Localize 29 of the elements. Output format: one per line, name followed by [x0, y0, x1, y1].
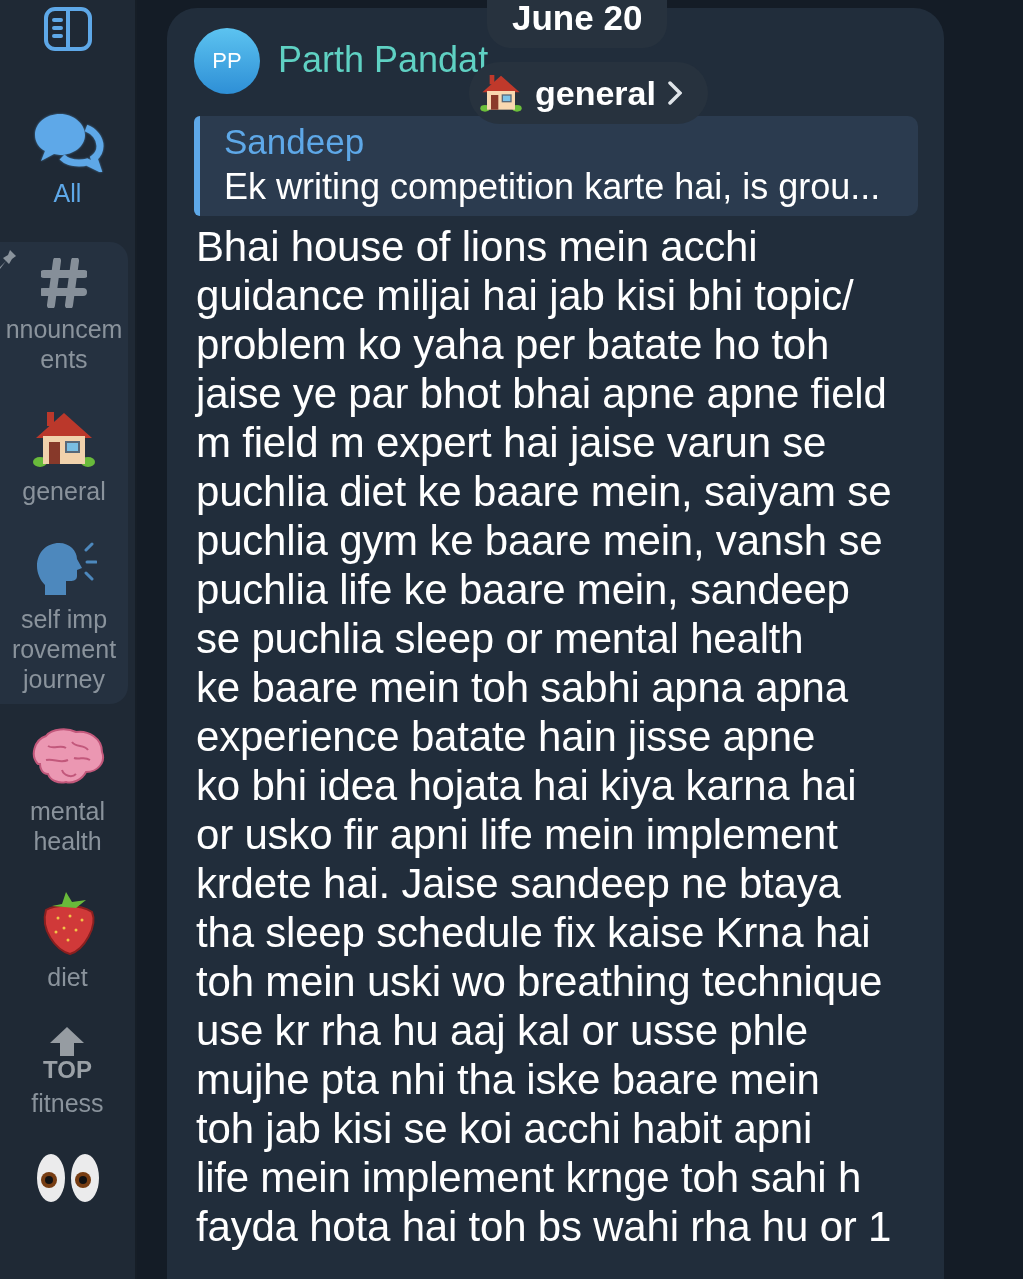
reply-quote[interactable]: Sandeep Ek writing competition karte hai, is grou...	[194, 116, 918, 216]
folder-tab[interactable]: nnouncem ents	[5, 258, 123, 374]
folder-label: fitness	[31, 1088, 104, 1118]
folder-label: general	[22, 476, 106, 506]
avatar[interactable]: PP	[194, 28, 260, 94]
pin-icon	[0, 250, 16, 270]
folder-tab[interactable]: TOP fitness	[31, 1026, 104, 1118]
folder-label: self imp rovement journey	[11, 604, 117, 694]
reply-author: Sandeep	[224, 122, 366, 162]
hash-icon	[41, 258, 87, 308]
chevron-icon	[667, 81, 682, 105]
folder-label: mental health	[29, 796, 105, 856]
reply-text: Ek writing competition karte hai, is grou...	[224, 166, 882, 208]
folder-tab[interactable]: general	[22, 408, 106, 506]
folder-label: nnouncem ents	[5, 314, 123, 374]
up-arrow-icon	[49, 1026, 86, 1056]
house-icon	[479, 72, 523, 114]
date-pill: June 20	[487, 0, 668, 48]
top-label: TOP	[43, 1058, 92, 1082]
folder-tab[interactable]: self imp rovement journey	[11, 540, 117, 694]
message-text: Bhai house of lions mein acchi guidance miljai hai jab kisi bhi topic/ problem ko yaha per batate ho toh jaise ye par bhot bhai apne apne field m field m expert hai jaise varun se puchlia diet ke baare mein, saiyam se puchlia gym ke baare mein, vansh se puchlia life ke baare mein, sandeep se puchlia sleep or mental health ke baare mein toh sabhi apna apna experience batate hain jisse apne ko bhi idea hojata hai kiya karna hai or usko fir apni life mein implement krdete hai. Jaise sandeep ne btaya tha sleep schedule fix kaise Krna hai toh mein uski wo breathing technique use kr rha hu aaj kal or usse phle mujhe pta nhi tha iske baare mein toh jab kisi se koi acchi habit apni life mein implement krnge toh sahi h fayda hota hai toh bs wahi rha hu or 1	[196, 222, 893, 1251]
eyes-icon	[34, 1152, 101, 1204]
folder-tab[interactable]	[34, 1152, 101, 1204]
folder-label: All	[53, 178, 82, 208]
sidebar-toggle-icon[interactable]	[42, 6, 93, 52]
folder-tab[interactable]: mental health	[27, 726, 108, 856]
folder-tab[interactable]: All	[31, 110, 104, 208]
folder-tab[interactable]: diet	[37, 890, 98, 992]
folder-label: diet	[47, 962, 88, 992]
